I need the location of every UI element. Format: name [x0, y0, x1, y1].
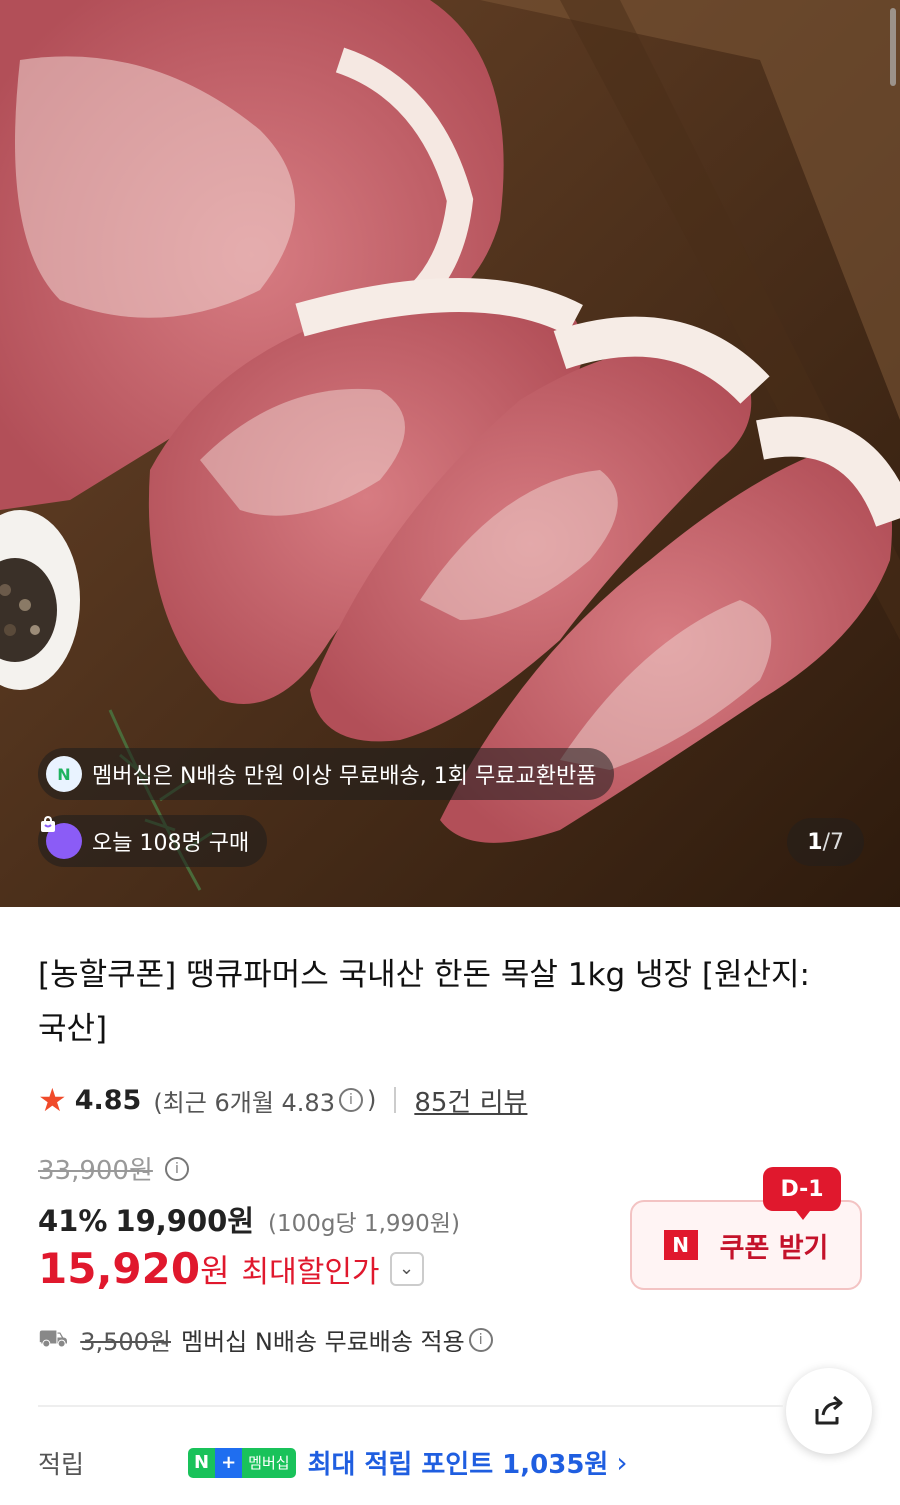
recent-rating: (최근 6개월 4.83 [153, 1088, 335, 1117]
coupon-button-label: 쿠폰 받기 [719, 1232, 829, 1264]
info-icon[interactable]: i [468, 1327, 493, 1352]
badge-membership: 멤버십 [242, 1447, 296, 1478]
sale-price: 19,900원 [115, 1204, 255, 1238]
original-price-row: 33,900원 i [38, 1150, 193, 1187]
info-icon[interactable]: i [338, 1088, 363, 1112]
membership-chip-label: 멤버십은 N배송 만원 이상 무료배송, 1회 무료교환반품 [92, 764, 597, 789]
sale-price-row: 41% 19,900원 (100g당 1,990원) [38, 1198, 460, 1240]
membership-shipping-chip: N 멤버십은 N배송 만원 이상 무료배송, 1회 무료교환반품 [38, 748, 615, 800]
shopping-bag-icon [41, 815, 82, 859]
max-points-text: 최대 적립 포인트 1,035원 [307, 1450, 609, 1480]
today-purchase-chip: 오늘 108명 구매 [38, 815, 268, 867]
shipping-row: ⛟ 3,500원 멤버십 N배송 무료배송 적용 i [38, 1322, 497, 1357]
badge-plus: + [215, 1447, 243, 1478]
info-icon[interactable]: i [164, 1156, 189, 1181]
rating-row: ★ 4.85 (최근 6개월 4.83 i ) 85건 리뷰 [38, 1080, 527, 1120]
max-discount-label: 최대할인가 [241, 1254, 380, 1290]
shipping-text: 멤버십 N배송 무료배송 적용 [181, 1328, 465, 1356]
recent-rating-close: ) [366, 1086, 377, 1114]
chevron-down-icon[interactable]: ⌄ [389, 1251, 424, 1286]
points-label: 적립 [38, 1449, 85, 1479]
share-button[interactable] [786, 1368, 872, 1454]
discount-rate: 41% [38, 1204, 108, 1238]
naver-n-icon: N [663, 1230, 698, 1260]
section-divider [38, 1405, 783, 1407]
coupon-button[interactable]: N 쿠폰 받기 [630, 1200, 862, 1290]
naver-delivery-icon: N [46, 756, 82, 792]
star-icon: ★ [38, 1081, 67, 1119]
scrollbar[interactable] [890, 8, 896, 86]
review-count-link[interactable]: 85건 리뷰 [414, 1082, 527, 1119]
d-day-badge: D-1 [763, 1167, 841, 1220]
share-icon [815, 1395, 843, 1425]
max-discount-currency: 원 [200, 1251, 230, 1290]
pager-total: /7 [822, 829, 844, 855]
original-shipping-fee: 3,500원 [80, 1328, 171, 1356]
original-price: 33,900원 [38, 1156, 153, 1186]
max-discount-price: 15,920 [38, 1244, 201, 1293]
image-pager: 1 /7 [787, 818, 864, 866]
badge-n: N [188, 1447, 216, 1478]
product-image-carousel[interactable]: N 멤버십은 N배송 만원 이상 무료배송, 1회 무료교환반품 오늘 108명… [0, 0, 900, 907]
today-purchase-label: 오늘 108명 구매 [92, 831, 250, 856]
truck-icon: ⛟ [38, 1324, 69, 1352]
pager-current: 1 [807, 829, 823, 855]
chevron-right-icon: › [616, 1446, 628, 1479]
product-title: [농할쿠폰] 땡큐파머스 국내산 한돈 목살 1kg 냉장 [원산지:국산] [38, 957, 810, 1047]
rating-score: 4.85 [74, 1084, 142, 1116]
n-plus-membership-badge: N + 멤버십 [188, 1447, 296, 1478]
points-row[interactable]: 적립 N + 멤버십 최대 적립 포인트 1,035원 › [38, 1444, 858, 1481]
divider [394, 1087, 397, 1113]
unit-price: (100g당 1,990원) [268, 1211, 460, 1237]
max-discount-row: 15,920 원 최대할인가 ⌄ [38, 1244, 424, 1293]
